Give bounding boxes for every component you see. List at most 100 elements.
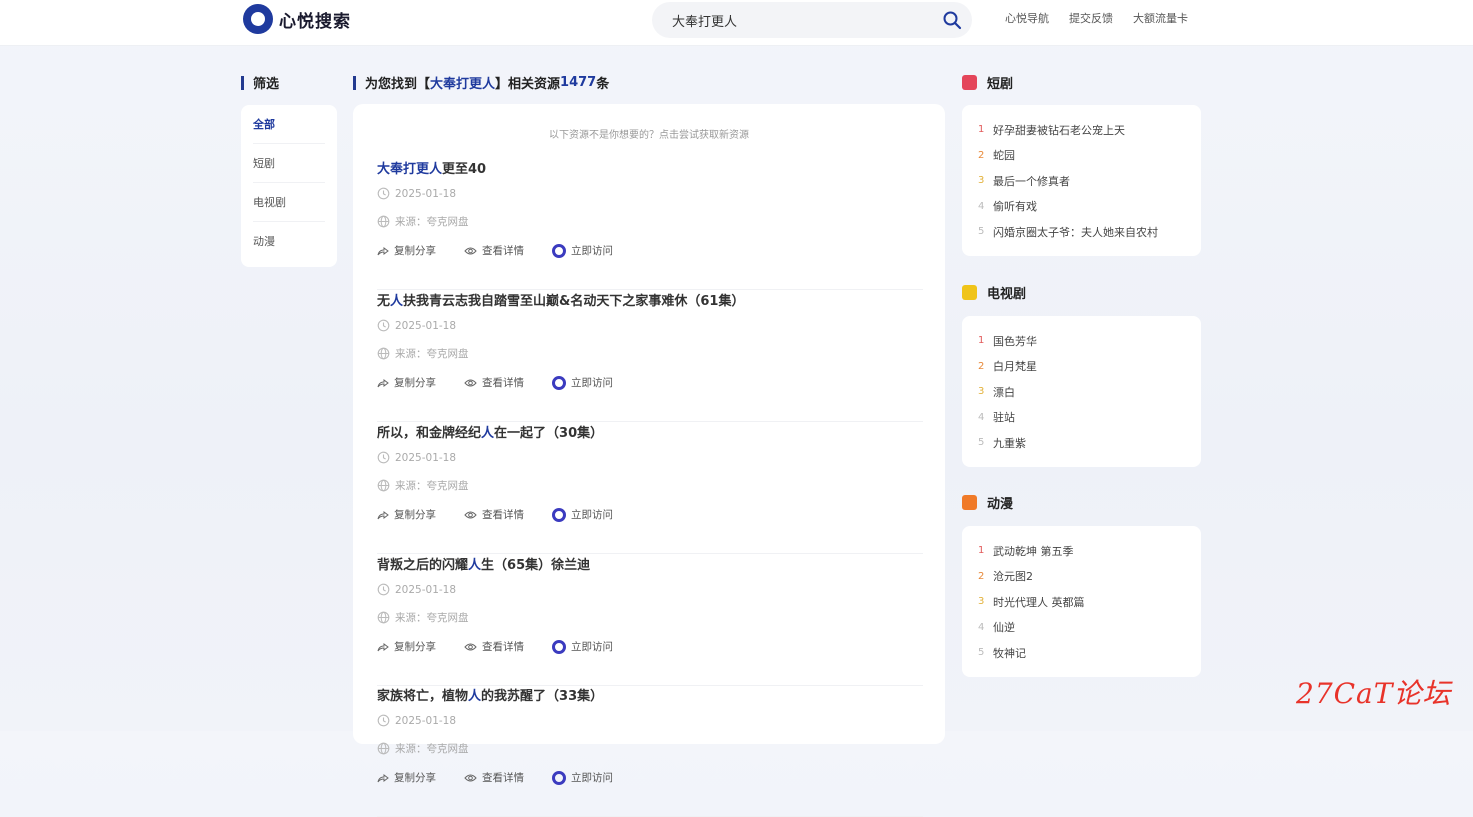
ranking-item[interactable]: 2 蛇园: [962, 143, 1201, 169]
copy-share-label: 复制分享: [394, 245, 436, 257]
view-detail-button[interactable]: 查看详情: [464, 243, 524, 258]
clock-icon: [377, 187, 390, 200]
view-detail-label: 查看详情: [482, 245, 524, 257]
result-title-text: 在一起了（30集）: [494, 426, 604, 441]
share-icon: [377, 642, 389, 651]
ranking-item[interactable]: 3 最后一个修真者: [962, 168, 1201, 194]
ranking-item[interactable]: 3 时光代理人 英都篇: [962, 589, 1201, 615]
ranking-item[interactable]: 1 武动乾坤 第五季: [962, 538, 1201, 564]
ranking-number: 3: [978, 386, 985, 398]
ranking-item[interactable]: 4 偷听有戏: [962, 194, 1201, 220]
result-title-text: 更至40: [442, 162, 487, 177]
result-title[interactable]: 大奉打更人更至40: [377, 158, 486, 177]
share-icon: [377, 773, 389, 782]
eye-icon: [464, 643, 477, 650]
share-icon: [377, 246, 389, 255]
result-date: 2025-01-18: [377, 583, 456, 596]
result-title[interactable]: 背叛之后的闪耀人生（65集）徐兰迪: [377, 554, 590, 573]
result-title[interactable]: 家族将亡，植物人的我苏醒了（33集）: [377, 685, 603, 704]
visit-now-button[interactable]: 立即访问: [552, 243, 613, 258]
copy-share-label: 复制分享: [394, 772, 436, 784]
copy-share-button[interactable]: 复制分享: [377, 639, 436, 654]
ranking-heading: 短剧: [962, 73, 1013, 92]
ranking-heading: 动漫: [962, 493, 1013, 512]
filter-panel: 全部 短剧 电视剧 动漫: [241, 105, 337, 267]
ranking-number: 1: [978, 335, 985, 347]
filter-all[interactable]: 全部: [253, 105, 325, 144]
ranking-item-title: 好孕甜妻被钻石老公宠上天: [993, 123, 1125, 137]
tv-icon: [962, 285, 977, 300]
results-count: 1477: [560, 75, 597, 90]
results-heading: 为您找到【 大奉打更人 】相关资源 1477 条: [353, 73, 609, 92]
copy-share-button[interactable]: 复制分享: [377, 375, 436, 390]
globe-icon: [377, 742, 390, 755]
ranking-number: 4: [978, 411, 985, 423]
nav-link-feedback[interactable]: 提交反馈: [1069, 10, 1113, 26]
view-detail-button[interactable]: 查看详情: [464, 507, 524, 522]
results-heading-suffix: 条: [596, 77, 610, 92]
visit-icon: [552, 243, 566, 258]
ranking-item[interactable]: 1 好孕甜妻被钻石老公宠上天: [962, 117, 1201, 143]
result-date-text: 2025-01-18: [395, 187, 457, 200]
visit-now-button[interactable]: 立即访问: [552, 375, 613, 390]
ranking-item[interactable]: 2 沧元图2: [962, 564, 1201, 590]
visit-now-button[interactable]: 立即访问: [552, 507, 613, 522]
view-detail-button[interactable]: 查看详情: [464, 770, 524, 785]
results-heading-prefix: 为您找到【: [365, 77, 431, 92]
nav-link-data-card[interactable]: 大额流量卡: [1133, 10, 1188, 26]
anime-icon: [962, 495, 977, 510]
visit-now-button[interactable]: 立即访问: [552, 639, 613, 654]
search-input[interactable]: [652, 2, 932, 38]
result-title-text: 扶我青云志我自踏雪至山巅&名动天下之家事难休（61集）: [403, 294, 745, 309]
ranking-item[interactable]: 2 白月梵星: [962, 354, 1201, 380]
ranking-item[interactable]: 5 闪婚京圈太子爷：夫人她来自农村: [962, 219, 1201, 245]
site-logo[interactable]: 心悦搜索: [243, 4, 351, 34]
share-icon: [377, 378, 389, 387]
result-title[interactable]: 所以，和金牌经纪人在一起了（30集）: [377, 422, 603, 441]
visit-icon: [552, 507, 566, 522]
ranking-item-title: 蛇园: [993, 149, 1015, 163]
copy-share-button[interactable]: 复制分享: [377, 507, 436, 522]
copy-share-button[interactable]: 复制分享: [377, 770, 436, 785]
copy-share-button[interactable]: 复制分享: [377, 243, 436, 258]
results-heading-mid: 】相关资源: [495, 77, 561, 92]
result-title[interactable]: 无人扶我青云志我自踏雪至山巅&名动天下之家事难休（61集）: [377, 290, 744, 309]
view-detail-button[interactable]: 查看详情: [464, 639, 524, 654]
filter-anime[interactable]: 动漫: [253, 222, 325, 261]
result-date: 2025-01-18: [377, 451, 456, 464]
ranking-list: 1 国色芳华 2 白月梵星 3 漂白 4 驻站 5 九重紫: [962, 316, 1201, 467]
visit-icon: [552, 639, 566, 654]
result-title-text: 所以，和金牌经纪: [377, 426, 482, 441]
ranking-number: 4: [978, 621, 985, 633]
ranking-item[interactable]: 5 牧神记: [962, 640, 1201, 666]
visit-now-label: 立即访问: [571, 772, 613, 784]
result-title-keyword: 人: [481, 426, 495, 441]
view-detail-button[interactable]: 查看详情: [464, 375, 524, 390]
search-icon[interactable]: [932, 2, 972, 38]
ranking-heading: 电视剧: [962, 283, 1026, 302]
nav-link-navigation[interactable]: 心悦导航: [1005, 10, 1049, 26]
result-item: 大奉打更人更至40 2025-01-18 来源：夸克网盘 复制分享 查看详情 立…: [377, 158, 923, 290]
ranking-item-title: 偷听有戏: [993, 200, 1037, 214]
ranking-item[interactable]: 3 漂白: [962, 379, 1201, 405]
ranking-number: 4: [978, 200, 985, 212]
filter-tv-series[interactable]: 电视剧: [253, 183, 325, 222]
result-source-text: 来源：夸克网盘: [395, 480, 469, 492]
visit-now-button[interactable]: 立即访问: [552, 770, 613, 785]
ranking-item[interactable]: 4 驻站: [962, 405, 1201, 431]
result-title-text: 背叛之后的闪耀: [377, 558, 469, 573]
ranking-item-title: 时光代理人 英都篇: [993, 595, 1085, 609]
filter-short-drama[interactable]: 短剧: [253, 144, 325, 183]
result-actions: 复制分享 查看详情 立即访问: [377, 770, 613, 785]
ranking-item[interactable]: 5 九重紫: [962, 430, 1201, 456]
result-item: 背叛之后的闪耀人生（65集）徐兰迪 2025-01-18 来源：夸克网盘 复制分…: [377, 554, 923, 686]
ranking-item-title: 最后一个修真者: [993, 174, 1070, 188]
result-date-text: 2025-01-18: [395, 583, 457, 596]
visit-now-label: 立即访问: [571, 377, 613, 389]
visit-icon: [552, 375, 566, 390]
ranking-item[interactable]: 4 仙逆: [962, 615, 1201, 641]
refresh-hint-link[interactable]: 以下资源不是你想要的？点击尝试获取新资源: [353, 126, 945, 141]
ranking-item[interactable]: 1 国色芳华: [962, 328, 1201, 354]
clock-icon: [377, 319, 390, 332]
ranking-heading-text: 短剧: [987, 77, 1014, 92]
